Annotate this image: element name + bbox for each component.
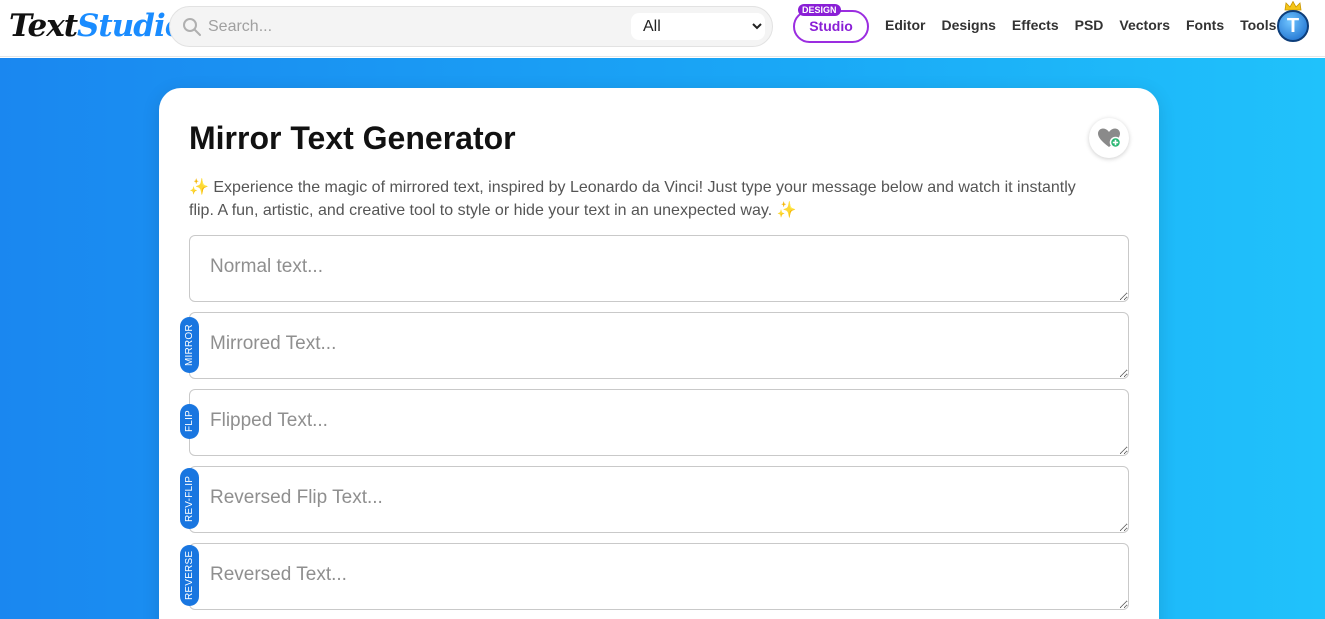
flipped-text-output[interactable] — [189, 389, 1129, 456]
rev-flip-tag: REV-FLIP — [180, 468, 199, 529]
search-icon — [183, 18, 201, 36]
flip-tag: FLIP — [180, 404, 199, 439]
reversed-flip-text-output[interactable] — [189, 466, 1129, 533]
heart-add-icon — [1098, 128, 1122, 149]
nav-fonts[interactable]: Fonts — [1186, 17, 1224, 33]
main-nav: Editor Designs Effects PSD Vectors Fonts… — [885, 17, 1292, 33]
category-select[interactable]: All — [631, 13, 765, 40]
nav-tools[interactable]: Tools — [1240, 17, 1276, 33]
nav-designs[interactable]: Designs — [941, 17, 995, 33]
page-title: Mirror Text Generator — [189, 120, 516, 156]
user-avatar[interactable]: T — [1277, 10, 1309, 42]
generator-card: Mirror Text Generator ✨ Experience the m… — [159, 88, 1159, 619]
tool-description: ✨ Experience the magic of mirrored text,… — [189, 179, 1076, 219]
top-header: TextStudio All Studio DESIGN Editor Desi… — [0, 0, 1325, 57]
textstudio-logo[interactable]: TextStudio — [9, 6, 185, 46]
favorite-button[interactable] — [1089, 118, 1129, 158]
normal-text-input[interactable] — [189, 235, 1129, 302]
design-badge: DESIGN — [798, 4, 841, 16]
mirror-tag: MIRROR — [180, 317, 199, 373]
logo-text-part1: Text — [9, 8, 78, 44]
search-bar: All — [169, 6, 773, 47]
nav-psd[interactable]: PSD — [1075, 17, 1104, 33]
nav-editor[interactable]: Editor — [885, 17, 925, 33]
nav-effects[interactable]: Effects — [1012, 17, 1059, 33]
mirrored-text-output[interactable] — [189, 312, 1129, 379]
search-input[interactable] — [208, 13, 608, 41]
reversed-text-output[interactable] — [189, 543, 1129, 610]
nav-vectors[interactable]: Vectors — [1119, 17, 1170, 33]
reverse-tag: REVERSE — [180, 545, 199, 606]
